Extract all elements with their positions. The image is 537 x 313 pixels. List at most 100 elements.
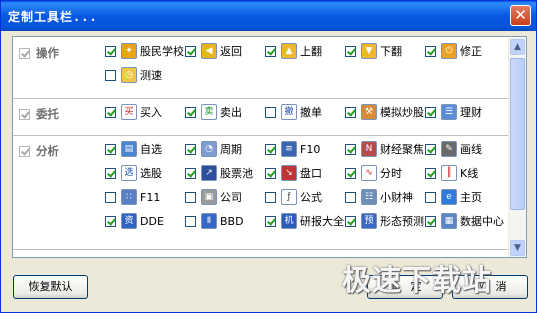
group-header[interactable]: 操作 — [19, 45, 59, 61]
group-checkbox[interactable] — [19, 47, 30, 59]
item-checkbox[interactable] — [105, 167, 116, 179]
item-checkbox[interactable] — [185, 106, 196, 118]
item-checkbox[interactable] — [185, 167, 196, 179]
toolbar-item[interactable]: 资 DDE — [105, 212, 164, 230]
group-label: 操作 — [36, 46, 59, 60]
group-checkbox[interactable] — [19, 108, 30, 120]
toolbar-item[interactable]: 预形态预测 — [345, 212, 424, 230]
finance-icon: ☰ — [441, 104, 457, 120]
customize-toolbar-dialog: 定制工具栏... ✕ 操作 ✦ 股民学校 ◀ 返回 ▲ 上翻 ▼ 下翻 ⏻ 修正 ◷ 测速 委托买买入卖卖… — [0, 0, 537, 313]
group-label: 委托 — [36, 107, 59, 121]
close-button[interactable]: ✕ — [510, 5, 531, 26]
item-checkbox[interactable] — [425, 143, 436, 155]
vertical-scrollbar[interactable]: ▲ ▼ — [508, 37, 526, 257]
toolbar-item[interactable]: ✎ 画线 — [425, 140, 482, 158]
back-arrow-icon: ◀ — [201, 43, 217, 59]
toolbar-item[interactable]: ≡ F10 — [265, 140, 320, 158]
toolbar-item[interactable]: ▦ 数据中心 — [425, 212, 504, 230]
item-label: 模拟炒股 — [380, 106, 424, 119]
toolbar-item[interactable]: ∿ 分时 — [345, 164, 402, 182]
item-checkbox[interactable] — [185, 191, 196, 203]
bbd-icon: Ⅱ — [201, 213, 217, 229]
toolbar-item[interactable]: ✦ 股民学校 — [105, 42, 184, 60]
select-stock-icon: 选 — [121, 165, 137, 181]
toolbar-item[interactable]: ▣ 公司 — [185, 188, 242, 206]
chevron-down-icon: ▼ — [514, 243, 521, 253]
item-checkbox[interactable] — [105, 143, 116, 155]
item-checkbox[interactable] — [345, 191, 356, 203]
company-icon: ▣ — [201, 189, 217, 205]
toolbar-item[interactable]: 卖卖出 — [185, 103, 242, 121]
item-label: 小财神 — [380, 191, 413, 204]
item-label: 主页 — [460, 191, 482, 204]
toolbar-item[interactable]: ƒ 公式 — [265, 188, 322, 206]
item-checkbox[interactable] — [345, 106, 356, 118]
news-icon: N — [361, 141, 377, 157]
toolbar-item[interactable]: ║ K线 — [425, 164, 478, 182]
item-checkbox[interactable] — [345, 215, 356, 227]
item-checkbox[interactable] — [425, 191, 436, 203]
item-checkbox[interactable] — [185, 45, 196, 57]
stock-pool-icon: ↗ — [201, 165, 217, 181]
toolbar-item[interactable]: e 主页 — [425, 188, 482, 206]
group-header[interactable]: 委托 — [19, 106, 59, 122]
toolbar-item[interactable]: ⏻ 修正 — [425, 42, 482, 60]
item-checkbox[interactable] — [345, 45, 356, 57]
toolbar-item[interactable]: ◷ 测速 — [105, 66, 162, 84]
toolbar-item[interactable]: ∷ F11 — [105, 188, 160, 206]
item-label: 画线 — [460, 143, 482, 156]
scroll-up-button[interactable]: ▲ — [510, 39, 525, 55]
scroll-down-button[interactable]: ▼ — [510, 240, 525, 256]
item-checkbox[interactable] — [265, 143, 276, 155]
item-checkbox[interactable] — [105, 106, 116, 118]
toolbar-item[interactable]: 买买入 — [105, 103, 162, 121]
group-0: 操作 ✦ 股民学校 ◀ 返回 ▲ 上翻 ▼ 下翻 ⏻ 修正 ◷ 测速 — [13, 37, 509, 99]
item-label: 股民学校 — [140, 45, 184, 58]
item-checkbox[interactable] — [345, 143, 356, 155]
scrollbar-thumb[interactable] — [510, 58, 525, 210]
item-checkbox[interactable] — [265, 106, 276, 118]
toolbar-item[interactable]: ↘ 盘口 — [265, 164, 322, 182]
item-checkbox[interactable] — [105, 215, 116, 227]
item-checkbox[interactable] — [425, 215, 436, 227]
item-checkbox[interactable] — [265, 215, 276, 227]
toolbar-item[interactable]: Ⅱ BBD — [185, 212, 244, 230]
toolbar-item[interactable]: ▲ 上翻 — [265, 42, 322, 60]
data-center-icon: ▦ — [441, 213, 457, 229]
toolbar-item[interactable]: 选选股 — [105, 164, 162, 182]
item-checkbox[interactable] — [345, 167, 356, 179]
item-checkbox[interactable] — [265, 191, 276, 203]
toolbar-item[interactable]: N 财经聚焦 — [345, 140, 424, 158]
group-header[interactable]: 分析 — [19, 143, 59, 159]
window-title: 定制工具栏... — [8, 10, 98, 24]
item-checkbox[interactable] — [185, 143, 196, 155]
item-checkbox[interactable] — [105, 69, 116, 81]
toolbar-item[interactable]: 机研报大全 — [265, 212, 344, 230]
reset-default-button[interactable]: 恢复默认 — [13, 275, 88, 299]
toolbar-item[interactable]: 撤撤单 — [265, 103, 322, 121]
toolbar-item[interactable]: ◀ 返回 — [185, 42, 242, 60]
toolbar-item[interactable]: ▤ 自选 — [105, 140, 162, 158]
item-checkbox[interactable] — [105, 45, 116, 57]
item-checkbox[interactable] — [425, 167, 436, 179]
item-checkbox[interactable] — [185, 215, 196, 227]
item-checkbox[interactable] — [265, 45, 276, 57]
toolbar-item[interactable]: ☰ 理财 — [425, 103, 482, 121]
toolbar-item[interactable]: ◔ 周期 — [185, 140, 242, 158]
group-checkbox[interactable] — [19, 145, 30, 157]
item-label: 上翻 — [300, 45, 322, 58]
item-label: 选股 — [140, 167, 162, 180]
item-label: 测速 — [140, 69, 162, 82]
chevron-up-icon: ▲ — [514, 42, 521, 52]
item-checkbox[interactable] — [105, 191, 116, 203]
item-label: 研报大全 — [300, 215, 344, 228]
toolbar-item[interactable]: ↗ 股票池 — [185, 164, 253, 182]
item-checkbox[interactable] — [425, 45, 436, 57]
group-header[interactable]: 交易 — [19, 257, 59, 258]
toolbar-item[interactable]: ▼ 下翻 — [345, 42, 402, 60]
toolbar-item[interactable]: ☷ 小财神 — [345, 188, 413, 206]
item-checkbox[interactable] — [265, 167, 276, 179]
group-label: 分析 — [36, 144, 59, 158]
item-checkbox[interactable] — [425, 106, 436, 118]
toolbar-item[interactable]: ⚒ 模拟炒股 — [345, 103, 424, 121]
